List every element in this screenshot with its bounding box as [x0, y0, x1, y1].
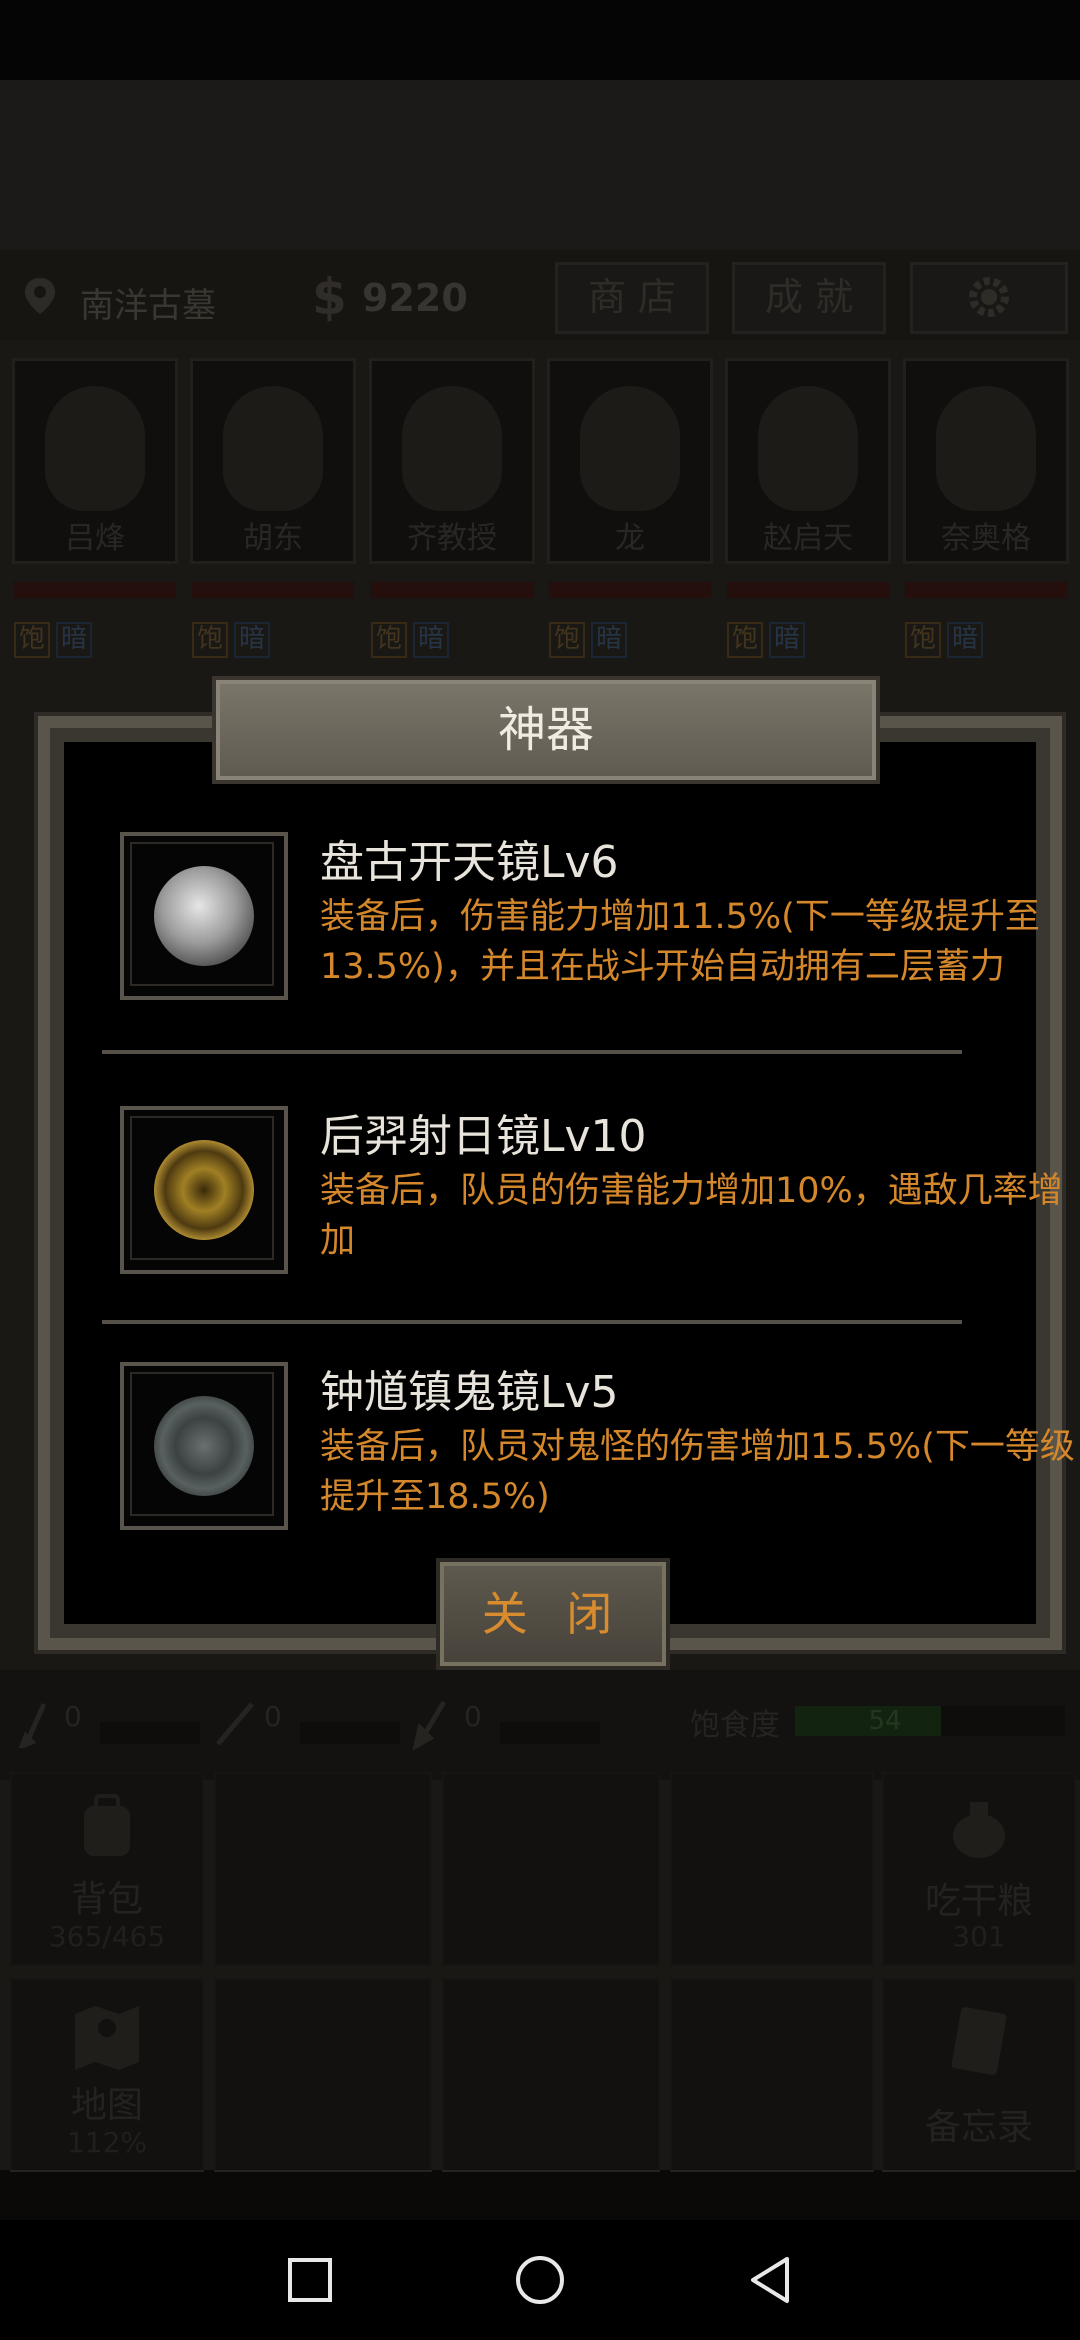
artifact-icon-frame [120, 1106, 288, 1274]
divider [102, 1050, 962, 1054]
golden-mirror-icon [154, 1140, 254, 1240]
artifact-description: 装备后，伤害能力增加11.5%(下一等级提升至13.5%)，并且在战斗开始自动拥… [320, 897, 1040, 987]
status-bar [0, 0, 1080, 80]
bronze-mirror-icon [154, 1396, 254, 1496]
dialog-title: 神器 [497, 702, 594, 758]
artifact-icon-frame [120, 1362, 288, 1530]
artifact-description: 装备后，队员的伤害能力增加10%，遇敌几率增加 [320, 1171, 1063, 1261]
silver-mirror-icon [154, 866, 254, 966]
artifact-name: 盘古开天镜Lv6 [320, 837, 619, 888]
artifact-name: 钟馗镇鬼镜Lv5 [320, 1367, 619, 1418]
recents-icon[interactable] [285, 2255, 335, 2305]
artifact-item-2[interactable]: 后羿射日镜Lv10 装备后，队员的伤害能力增加10%，遇敌几率增加 [120, 1106, 1080, 1286]
artifact-item-1[interactable]: 盘古开天镜Lv6 装备后，伤害能力增加11.5%(下一等级提升至13.5%)，并… [120, 832, 1080, 1032]
artifact-name: 后羿射日镜Lv10 [320, 1111, 647, 1162]
artifact-description: 装备后，队员对鬼怪的伤害增加15.5%(下一等级提升至18.5%) [320, 1427, 1075, 1517]
close-button-label: 关 闭 [481, 1587, 625, 1641]
artifact-icon-frame [120, 832, 288, 1000]
home-icon[interactable] [515, 2255, 565, 2305]
back-icon[interactable] [745, 2255, 795, 2305]
divider [102, 1320, 962, 1324]
dialog-title-bar: 神器 [212, 676, 880, 784]
close-button[interactable]: 关 闭 [436, 1558, 670, 1670]
artifact-item-3[interactable]: 钟馗镇鬼镜Lv5 装备后，队员对鬼怪的伤害增加15.5%(下一等级提升至18.5… [120, 1362, 1080, 1542]
